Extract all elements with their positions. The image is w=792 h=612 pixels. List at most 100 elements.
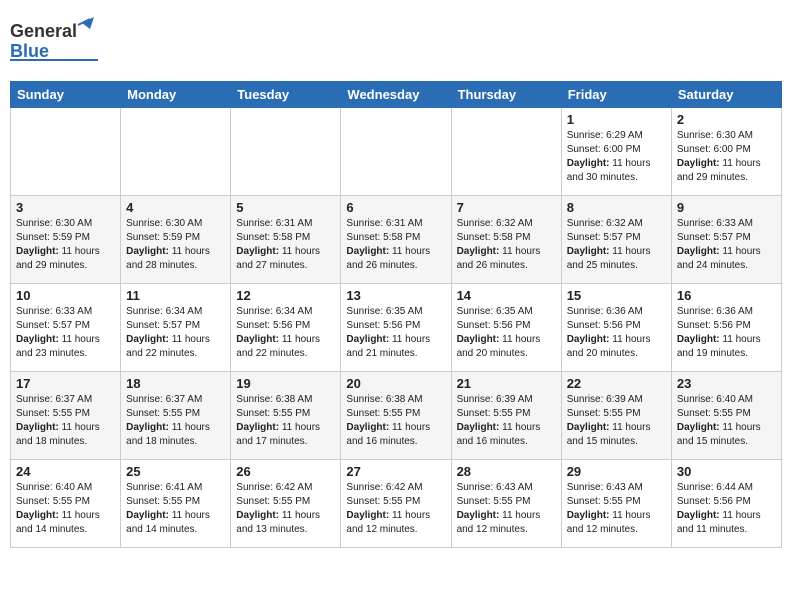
weekday-header-wednesday: Wednesday (341, 82, 451, 108)
day-number: 15 (567, 288, 666, 303)
calendar-cell: 6 Sunrise: 6:31 AMSunset: 5:58 PMDaylight… (341, 196, 451, 284)
day-number: 21 (457, 376, 556, 391)
calendar-table: SundayMondayTuesdayWednesdayThursdayFrid… (10, 81, 782, 548)
day-info: Sunrise: 6:40 AMSunset: 5:55 PMDaylight:… (677, 393, 776, 449)
day-info: Sunrise: 6:34 AMSunset: 5:57 PMDaylight:… (126, 305, 225, 361)
calendar-cell: 8 Sunrise: 6:32 AMSunset: 5:57 PMDaylight… (561, 196, 671, 284)
calendar-cell: 30 Sunrise: 6:44 AMSunset: 5:56 PMDayligh… (671, 460, 781, 548)
calendar-cell: 23 Sunrise: 6:40 AMSunset: 5:55 PMDayligh… (671, 372, 781, 460)
calendar-cell: 5Sunrise: 6:31 AMSunset: 5:58 PMDaylight… (231, 196, 341, 284)
calendar-week-row: 17 Sunrise: 6:37 AMSunset: 5:55 PMDayligh… (11, 372, 782, 460)
calendar-cell: 13 Sunrise: 6:35 AMSunset: 5:56 PMDayligh… (341, 284, 451, 372)
calendar-cell: 16 Sunrise: 6:36 AMSunset: 5:56 PMDayligh… (671, 284, 781, 372)
calendar-cell (121, 108, 231, 196)
calendar-cell: 9 Sunrise: 6:33 AMSunset: 5:57 PMDaylight… (671, 196, 781, 284)
calendar-cell: 2 Sunrise: 6:30 AMSunset: 6:00 PMDaylight… (671, 108, 781, 196)
day-number: 25 (126, 464, 225, 479)
calendar-cell: 26Sunrise: 6:42 AMSunset: 5:55 PMDayligh… (231, 460, 341, 548)
weekday-header-monday: Monday (121, 82, 231, 108)
day-number: 5 (236, 200, 335, 215)
calendar-cell: 29 Sunrise: 6:43 AMSunset: 5:55 PMDayligh… (561, 460, 671, 548)
day-info: Sunrise: 6:33 AMSunset: 5:57 PMDaylight:… (677, 217, 776, 273)
calendar-cell: 24 Sunrise: 6:40 AMSunset: 5:55 PMDayligh… (11, 460, 121, 548)
calendar-week-row: 10 Sunrise: 6:33 AMSunset: 5:57 PMDayligh… (11, 284, 782, 372)
weekday-header-friday: Friday (561, 82, 671, 108)
day-info: Sunrise: 6:29 AMSunset: 6:00 PMDaylight:… (567, 129, 666, 185)
day-info: Sunrise: 6:32 AMSunset: 5:57 PMDaylight:… (567, 217, 666, 273)
day-info: Sunrise: 6:37 AMSunset: 5:55 PMDaylight:… (126, 393, 225, 449)
calendar-week-row: 24 Sunrise: 6:40 AMSunset: 5:55 PMDayligh… (11, 460, 782, 548)
day-info: Sunrise: 6:35 AMSunset: 5:56 PMDaylight:… (457, 305, 556, 361)
calendar-cell: 21Sunrise: 6:39 AMSunset: 5:55 PMDayligh… (451, 372, 561, 460)
day-number: 3 (16, 200, 115, 215)
day-info: Sunrise: 6:43 AMSunset: 5:55 PMDaylight:… (567, 481, 666, 537)
day-info: Sunrise: 6:34 AMSunset: 5:56 PMDaylight:… (236, 305, 335, 361)
day-info: Sunrise: 6:43 AMSunset: 5:55 PMDaylight:… (457, 481, 556, 537)
calendar-cell: 28Sunrise: 6:43 AMSunset: 5:55 PMDayligh… (451, 460, 561, 548)
day-info: Sunrise: 6:39 AMSunset: 5:55 PMDaylight:… (567, 393, 666, 449)
calendar-cell: 22 Sunrise: 6:39 AMSunset: 5:55 PMDayligh… (561, 372, 671, 460)
calendar-week-row: 1 Sunrise: 6:29 AMSunset: 6:00 PMDaylight… (11, 108, 782, 196)
calendar-cell (451, 108, 561, 196)
calendar-cell: 14Sunrise: 6:35 AMSunset: 5:56 PMDayligh… (451, 284, 561, 372)
calendar-cell (11, 108, 121, 196)
day-number: 16 (677, 288, 776, 303)
weekday-header-sunday: Sunday (11, 82, 121, 108)
day-info: Sunrise: 6:38 AMSunset: 5:55 PMDaylight:… (346, 393, 445, 449)
day-info: Sunrise: 6:44 AMSunset: 5:56 PMDaylight:… (677, 481, 776, 537)
day-number: 19 (236, 376, 335, 391)
calendar-cell (231, 108, 341, 196)
day-number: 11 (126, 288, 225, 303)
day-number: 12 (236, 288, 335, 303)
day-number: 24 (16, 464, 115, 479)
day-info: Sunrise: 6:40 AMSunset: 5:55 PMDaylight:… (16, 481, 115, 537)
weekday-header-tuesday: Tuesday (231, 82, 341, 108)
day-number: 13 (346, 288, 445, 303)
day-number: 9 (677, 200, 776, 215)
day-number: 22 (567, 376, 666, 391)
calendar-cell: 4 Sunrise: 6:30 AMSunset: 5:59 PMDaylight… (121, 196, 231, 284)
day-number: 6 (346, 200, 445, 215)
day-info: Sunrise: 6:31 AMSunset: 5:58 PMDaylight:… (346, 217, 445, 273)
day-number: 17 (16, 376, 115, 391)
day-info: Sunrise: 6:30 AMSunset: 5:59 PMDaylight:… (16, 217, 115, 273)
calendar-cell: 3 Sunrise: 6:30 AMSunset: 5:59 PMDaylight… (11, 196, 121, 284)
day-info: Sunrise: 6:32 AMSunset: 5:58 PMDaylight:… (457, 217, 556, 273)
calendar-cell: 25 Sunrise: 6:41 AMSunset: 5:55 PMDayligh… (121, 460, 231, 548)
day-info: Sunrise: 6:36 AMSunset: 5:56 PMDaylight:… (677, 305, 776, 361)
day-number: 10 (16, 288, 115, 303)
day-info: Sunrise: 6:36 AMSunset: 5:56 PMDaylight:… (567, 305, 666, 361)
svg-text:Blue: Blue (10, 41, 49, 61)
calendar-cell: 20 Sunrise: 6:38 AMSunset: 5:55 PMDayligh… (341, 372, 451, 460)
day-info: Sunrise: 6:37 AMSunset: 5:55 PMDaylight:… (16, 393, 115, 449)
day-number: 29 (567, 464, 666, 479)
calendar-cell: 18 Sunrise: 6:37 AMSunset: 5:55 PMDayligh… (121, 372, 231, 460)
calendar-cell: 1 Sunrise: 6:29 AMSunset: 6:00 PMDaylight… (561, 108, 671, 196)
calendar-cell: 17 Sunrise: 6:37 AMSunset: 5:55 PMDayligh… (11, 372, 121, 460)
day-info: Sunrise: 6:30 AMSunset: 5:59 PMDaylight:… (126, 217, 225, 273)
page-header: GeneralBlue (10, 10, 782, 73)
day-number: 8 (567, 200, 666, 215)
calendar-cell: 7 Sunrise: 6:32 AMSunset: 5:58 PMDaylight… (451, 196, 561, 284)
day-number: 2 (677, 112, 776, 127)
weekday-header-row: SundayMondayTuesdayWednesdayThursdayFrid… (11, 82, 782, 108)
calendar-cell (341, 108, 451, 196)
day-number: 23 (677, 376, 776, 391)
calendar-week-row: 3 Sunrise: 6:30 AMSunset: 5:59 PMDaylight… (11, 196, 782, 284)
day-info: Sunrise: 6:33 AMSunset: 5:57 PMDaylight:… (16, 305, 115, 361)
day-info: Sunrise: 6:42 AMSunset: 5:55 PMDaylight:… (236, 481, 335, 537)
day-info: Sunrise: 6:30 AMSunset: 6:00 PMDaylight:… (677, 129, 776, 185)
day-number: 4 (126, 200, 225, 215)
calendar-cell: 10 Sunrise: 6:33 AMSunset: 5:57 PMDayligh… (11, 284, 121, 372)
day-number: 7 (457, 200, 556, 215)
day-info: Sunrise: 6:35 AMSunset: 5:56 PMDaylight:… (346, 305, 445, 361)
day-number: 20 (346, 376, 445, 391)
day-info: Sunrise: 6:41 AMSunset: 5:55 PMDaylight:… (126, 481, 225, 537)
day-number: 30 (677, 464, 776, 479)
calendar-cell: 15 Sunrise: 6:36 AMSunset: 5:56 PMDayligh… (561, 284, 671, 372)
weekday-header-thursday: Thursday (451, 82, 561, 108)
day-info: Sunrise: 6:42 AMSunset: 5:55 PMDaylight:… (346, 481, 445, 537)
day-number: 1 (567, 112, 666, 127)
svg-text:General: General (10, 21, 77, 41)
day-number: 18 (126, 376, 225, 391)
